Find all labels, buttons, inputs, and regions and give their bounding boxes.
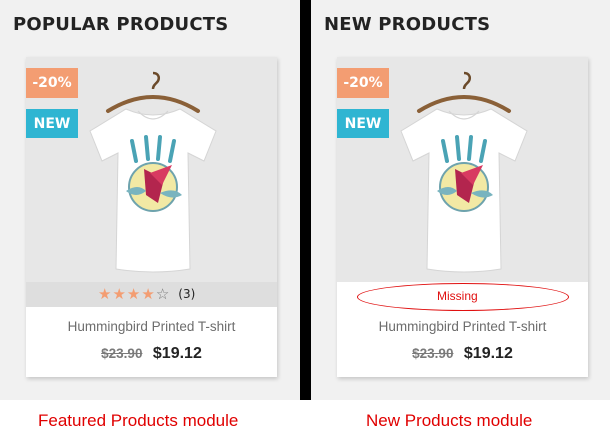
sale-price: $19.12: [152, 345, 202, 362]
new-badge: NEW: [337, 109, 389, 138]
product-card[interactable]: -20% NEW ★ ★ ★ ★ ☆ (3) Hummingbird Print…: [26, 57, 277, 377]
star-outline-icon: ☆: [155, 285, 170, 303]
product-name-link[interactable]: Hummingbird Printed T-shirt: [337, 319, 588, 334]
popular-products-section: POPULAR PRODUCTS -20% NEW ★ ★ ★ ★ ☆ (3) …: [0, 0, 300, 400]
section-title: NEW PRODUCTS: [324, 14, 491, 35]
star-icon: ★: [126, 285, 141, 303]
new-badge: NEW: [26, 109, 78, 138]
star-icon: ★: [141, 285, 155, 303]
discount-badge: -20%: [337, 68, 389, 98]
product-name-link[interactable]: Hummingbird Printed T-shirt: [26, 319, 277, 334]
regular-price: $23.90: [412, 346, 454, 361]
regular-price: $23.90: [101, 346, 143, 361]
section-title: POPULAR PRODUCTS: [13, 14, 229, 35]
new-products-section: NEW PRODUCTS -20% NEW Missing Hummingbir…: [311, 0, 610, 400]
sale-price: $19.12: [463, 345, 513, 362]
featured-module-caption: Featured Products module: [38, 411, 239, 430]
panel-divider: [300, 0, 311, 400]
tshirt-icon: [400, 71, 528, 273]
missing-annotation-label: Missing: [437, 289, 478, 303]
discount-badge: -20%: [26, 68, 78, 98]
price-row: $23.90 $19.12: [337, 345, 588, 363]
price-row: $23.90 $19.12: [26, 345, 277, 363]
new-module-caption: New Products module: [366, 411, 533, 430]
star-rating: ★ ★ ★ ★ ☆ (3): [98, 285, 195, 303]
star-icon: ★: [98, 285, 112, 303]
star-icon: ★: [112, 285, 126, 303]
review-count: (3): [178, 287, 196, 301]
product-card[interactable]: -20% NEW Missing Hummingbird Printed T-s…: [337, 57, 588, 377]
tshirt-icon: [89, 71, 217, 273]
